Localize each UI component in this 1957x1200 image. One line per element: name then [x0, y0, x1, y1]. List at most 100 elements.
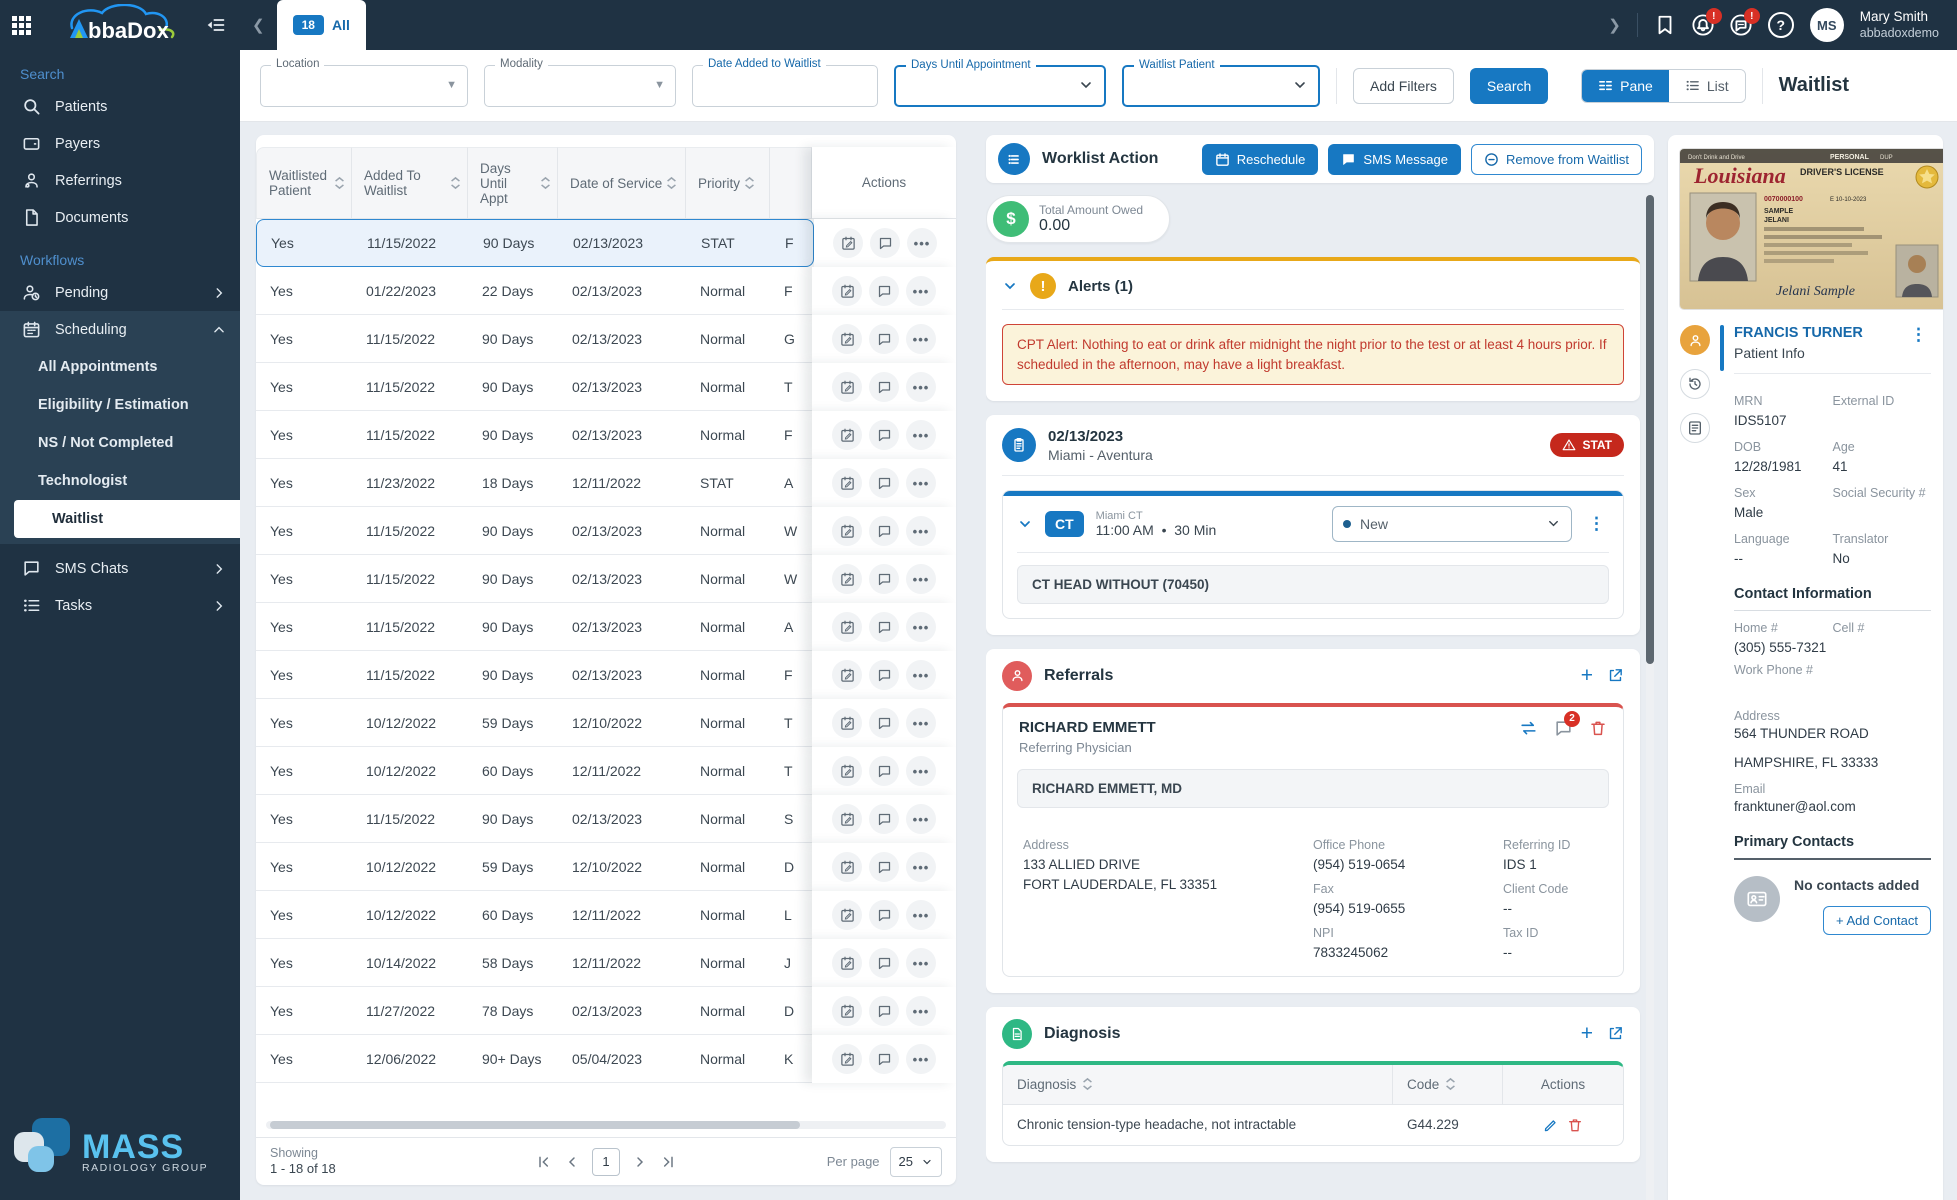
patient-name[interactable]: FRANCIS TURNER — [1734, 325, 1863, 341]
open-diagnosis-button[interactable] — [1607, 1025, 1624, 1042]
edit-appointment-button[interactable] — [832, 900, 862, 930]
chat-button[interactable] — [869, 804, 899, 834]
table-row[interactable]: Yes 11/15/2022 90 Days 02/13/2023 Normal… — [256, 507, 956, 555]
more-actions-button[interactable]: ••• — [906, 756, 936, 786]
referrer-chat-button[interactable]: 2 — [1554, 710, 1580, 738]
chat-button[interactable] — [869, 996, 899, 1026]
chat-button[interactable] — [869, 900, 899, 930]
help-icon[interactable]: ? — [1767, 12, 1794, 38]
search-button[interactable]: Search — [1469, 67, 1549, 104]
scrollbar-thumb[interactable] — [1646, 195, 1654, 664]
open-referrals-button[interactable] — [1607, 667, 1624, 684]
next-page-button[interactable] — [632, 1154, 648, 1170]
edit-appointment-button[interactable] — [832, 660, 862, 690]
patient-menu-kebab[interactable]: ⋮ — [1906, 325, 1931, 345]
last-page-button[interactable] — [660, 1154, 676, 1170]
add-diagnosis-button[interactable]: + — [1581, 1023, 1593, 1044]
more-actions-button[interactable]: ••• — [906, 708, 936, 738]
per-page-select[interactable]: 25 — [889, 1146, 942, 1177]
chat-button[interactable] — [869, 708, 899, 738]
sort-icon[interactable] — [450, 176, 461, 190]
more-actions-button[interactable]: ••• — [906, 612, 936, 642]
edit-appointment-button[interactable] — [832, 420, 862, 450]
table-row[interactable]: Yes 11/15/2022 90 Days 02/13/2023 STAT F… — [256, 219, 956, 267]
table-row[interactable]: Yes 11/15/2022 90 Days 02/13/2023 Normal… — [256, 315, 956, 363]
sidebar-item-documents[interactable]: Documents — [0, 199, 240, 236]
chat-button[interactable] — [869, 948, 899, 978]
date-added-input[interactable]: Date Added to Waitlist — [692, 57, 878, 107]
more-actions-button[interactable]: ••• — [906, 276, 936, 306]
notifications-bell-icon[interactable]: ! — [1692, 8, 1722, 36]
first-page-button[interactable] — [536, 1154, 552, 1170]
remove-from-waitlist-button[interactable]: Remove from Waitlist — [1470, 143, 1642, 175]
edit-appointment-button[interactable] — [832, 996, 862, 1026]
chat-button[interactable] — [869, 612, 899, 642]
table-row[interactable]: Yes 11/15/2022 90 Days 02/13/2023 Normal… — [256, 363, 956, 411]
sidebar-item-sms-chats[interactable]: SMS Chats — [0, 550, 240, 587]
location-select[interactable]: Location ▼ — [260, 57, 468, 107]
diag-col-diagnosis[interactable]: Diagnosis — [1003, 1064, 1393, 1104]
table-row[interactable]: Yes 10/12/2022 59 Days 12/10/2022 Normal… — [256, 843, 956, 891]
view-pane-button[interactable]: Pane — [1582, 69, 1669, 102]
tabs-back-chevron[interactable]: ❮ — [240, 16, 277, 34]
more-actions-button[interactable]: ••• — [906, 996, 936, 1026]
drivers-license-image[interactable]: Don't Drink and Drive PERSONAL DUP Louis… — [1680, 149, 1943, 309]
col-waitlisted-patient[interactable]: Waitlisted Patient — [256, 147, 352, 219]
current-page[interactable]: 1 — [592, 1147, 620, 1176]
edit-appointment-button[interactable] — [832, 612, 862, 642]
collapse-alerts-chevron[interactable] — [1002, 278, 1018, 294]
table-row[interactable]: Yes 11/27/2022 78 Days 02/13/2023 Normal… — [256, 987, 956, 1035]
sidebar-item-patients[interactable]: Patients — [0, 88, 240, 125]
more-actions-button[interactable]: ••• — [906, 852, 936, 882]
apps-grid-icon[interactable] — [12, 15, 31, 35]
chat-button[interactable] — [869, 1044, 899, 1074]
sort-icon[interactable] — [334, 176, 345, 190]
patient-history-button[interactable] — [1680, 369, 1710, 399]
sort-icon[interactable] — [1445, 1077, 1456, 1091]
tabs-forward-chevron[interactable]: ❯ — [1608, 16, 1621, 34]
worklist-scrollbar[interactable] — [1646, 195, 1654, 1200]
diagnosis-row[interactable]: Chronic tension-type headache, not intra… — [1003, 1105, 1623, 1145]
col-date-of-service[interactable]: Date of Service — [558, 147, 686, 219]
user-avatar[interactable]: MS — [1809, 8, 1844, 42]
more-actions-button[interactable]: ••• — [906, 948, 936, 978]
more-actions-button[interactable]: ••• — [907, 228, 937, 258]
sort-icon[interactable] — [666, 176, 677, 190]
chat-button[interactable] — [869, 756, 899, 786]
sms-chats-icon[interactable]: ! — [1730, 8, 1760, 36]
sidebar-item-technologist[interactable]: Technologist — [0, 462, 240, 500]
scrollbar-thumb[interactable] — [270, 1121, 801, 1129]
table-row[interactable]: Yes 11/15/2022 90 Days 02/13/2023 Normal… — [256, 651, 956, 699]
tab-all[interactable]: 18 All — [276, 0, 366, 50]
sort-icon[interactable] — [744, 176, 755, 190]
add-filters-button[interactable]: Add Filters — [1353, 67, 1454, 104]
sort-icon[interactable] — [540, 176, 551, 190]
edit-appointment-button[interactable] — [832, 756, 862, 786]
chat-button[interactable] — [870, 228, 900, 258]
table-row[interactable]: Yes 11/23/2022 18 Days 12/11/2022 STAT A… — [256, 459, 956, 507]
sidebar-item-pending[interactable]: Pending — [0, 274, 240, 311]
more-actions-button[interactable]: ••• — [906, 324, 936, 354]
edit-appointment-button[interactable] — [832, 468, 862, 498]
chat-button[interactable] — [869, 660, 899, 690]
add-referral-button[interactable]: + — [1581, 665, 1593, 686]
edit-diagnosis-button[interactable] — [1543, 1117, 1559, 1133]
horizontal-scrollbar[interactable] — [266, 1121, 946, 1129]
chat-button[interactable] — [869, 420, 899, 450]
more-actions-button[interactable]: ••• — [906, 516, 936, 546]
bookmark-icon[interactable] — [1654, 14, 1676, 36]
sidebar-item-eligibility[interactable]: Eligibility / Estimation — [0, 386, 240, 424]
edit-appointment-button[interactable] — [832, 1044, 862, 1074]
view-list-button[interactable]: List — [1668, 69, 1745, 102]
chat-button[interactable] — [869, 852, 899, 882]
delete-diagnosis-button[interactable] — [1567, 1117, 1583, 1133]
edit-appointment-button[interactable] — [832, 708, 862, 738]
edit-appointment-button[interactable] — [832, 564, 862, 594]
chat-button[interactable] — [869, 276, 899, 306]
more-actions-button[interactable]: ••• — [906, 420, 936, 450]
edit-appointment-button[interactable] — [832, 804, 862, 834]
sidebar-item-tasks[interactable]: Tasks — [0, 587, 240, 624]
modality-select[interactable]: Modality ▼ — [484, 57, 676, 107]
edit-appointment-button[interactable] — [833, 228, 863, 258]
edit-appointment-button[interactable] — [832, 372, 862, 402]
